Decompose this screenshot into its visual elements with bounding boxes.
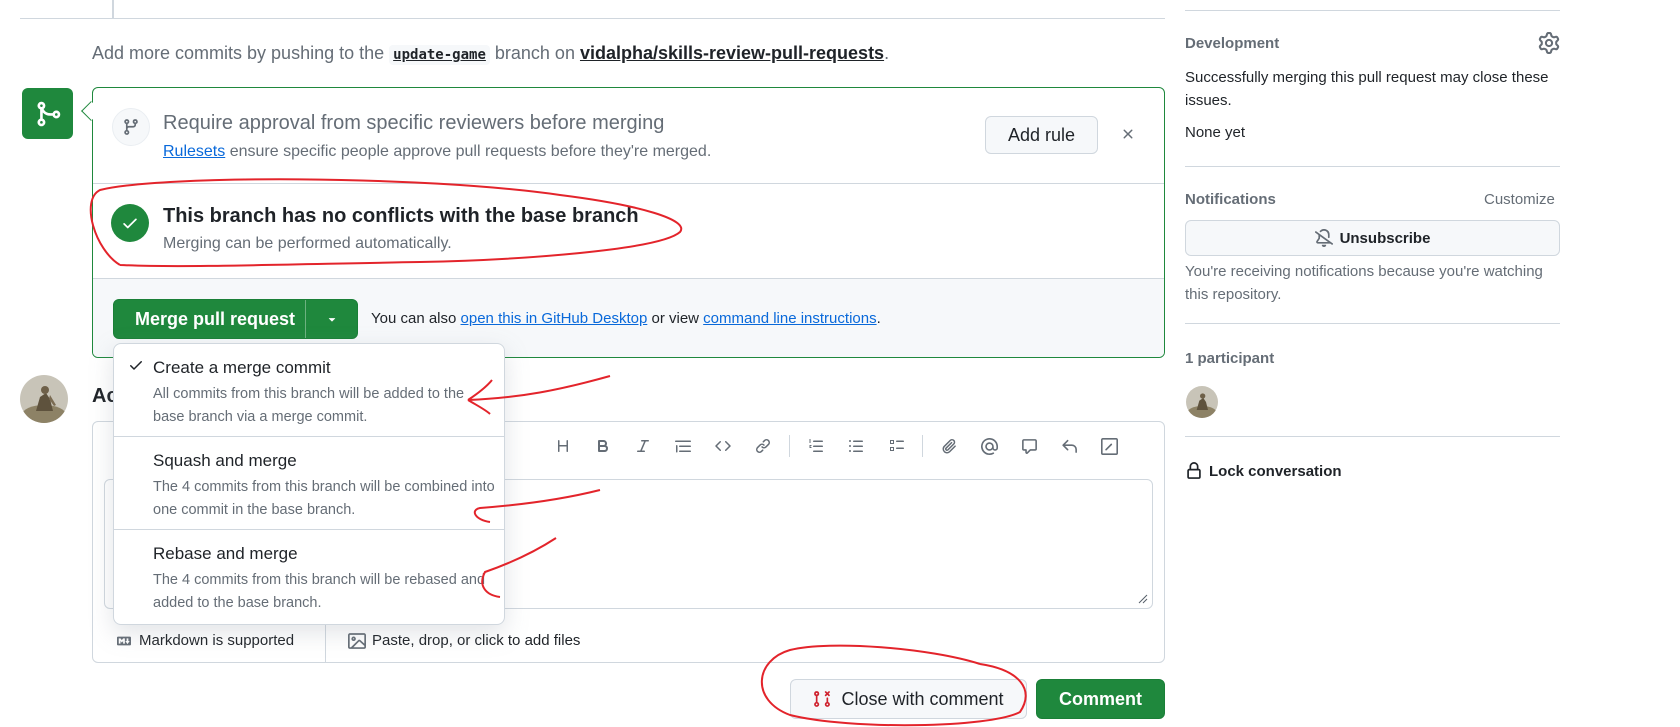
- rules-section: Require approval from specific reviewers…: [93, 88, 1164, 184]
- lock-conversation-label: Lock conversation: [1209, 462, 1342, 480]
- close-with-comment-button[interactable]: Close with comment: [790, 679, 1027, 719]
- conflicts-subtitle: Merging can be performed automatically.: [163, 235, 452, 252]
- check-icon: [130, 361, 142, 370]
- attach-files-button[interactable]: Paste, drop, or click to add files: [326, 632, 580, 650]
- image-icon: [348, 632, 366, 649]
- rule-subtitle-text: ensure specific people approve pull requ…: [229, 143, 712, 160]
- unordered-list-icon[interactable]: [836, 430, 876, 462]
- task-list-icon[interactable]: [876, 430, 916, 462]
- merge-option-title: Rebase and merge: [153, 544, 298, 563]
- lock-conversation-button[interactable]: Lock conversation: [1185, 462, 1342, 480]
- bell-slash-icon: [1314, 229, 1333, 247]
- slash-command-icon[interactable]: [1089, 430, 1129, 462]
- conflicts-section: This branch has no conflicts with the ba…: [93, 184, 1164, 279]
- code-icon[interactable]: [703, 430, 743, 462]
- merge-method-menu: Create a merge commit All commits from t…: [113, 343, 505, 625]
- cross-reference-icon[interactable]: [1009, 430, 1049, 462]
- merge-option-description: The 4 commits from this branch will be c…: [153, 479, 495, 518]
- sidebar-divider: [1185, 10, 1560, 11]
- merge-also-prefix: You can also: [371, 310, 457, 327]
- merge-or-view: or view: [651, 310, 699, 327]
- italic-icon[interactable]: [623, 430, 663, 462]
- unsubscribe-label: Unsubscribe: [1339, 229, 1431, 247]
- push-info-middle: branch on: [494, 43, 575, 63]
- participant-avatar[interactable]: [1186, 386, 1218, 418]
- repo-link[interactable]: vidalpha/skills-review-pull-requests: [580, 43, 884, 63]
- toolbar-divider: [789, 435, 790, 457]
- link-icon[interactable]: [743, 430, 783, 462]
- mention-icon[interactable]: [969, 430, 1009, 462]
- bold-icon[interactable]: [583, 430, 623, 462]
- check-icon: [111, 204, 149, 242]
- merge-period: .: [876, 310, 881, 327]
- push-info: Add more commits by pushing to the updat…: [92, 43, 890, 65]
- sidebar-divider: [1185, 166, 1560, 167]
- markdown-icon: [117, 636, 131, 645]
- resize-handle-icon[interactable]: [1138, 594, 1148, 604]
- customize-link[interactable]: Customize: [1484, 191, 1555, 208]
- quote-icon[interactable]: [663, 430, 703, 462]
- sidebar-divider: [1185, 436, 1560, 437]
- conflicts-title: This branch has no conflicts with the ba…: [163, 205, 639, 227]
- top-divider: [20, 18, 1165, 19]
- merge-option-title: Create a merge commit: [153, 358, 331, 377]
- development-none: None yet: [1185, 124, 1246, 141]
- sidebar-divider: [1185, 323, 1560, 324]
- toolbar-divider: [922, 435, 923, 457]
- markdown-label: Markdown is supported: [139, 632, 295, 649]
- comment-button[interactable]: Comment: [1036, 679, 1165, 719]
- branch-name[interactable]: update-game: [389, 45, 490, 65]
- heading-icon[interactable]: [543, 430, 583, 462]
- git-branch-icon: [112, 108, 150, 146]
- push-info-prefix: Add more commits by pushing to the: [92, 43, 385, 63]
- timeline-line: [112, 0, 114, 18]
- merge-option-squash[interactable]: Squash and merge The 4 commits from this…: [114, 437, 504, 530]
- avatar[interactable]: [20, 375, 68, 423]
- merge-option-description: All commits from this branch will be add…: [153, 386, 465, 425]
- attach-label: Paste, drop, or click to add files: [372, 632, 581, 649]
- development-heading[interactable]: Development: [1185, 35, 1279, 52]
- merge-button-label[interactable]: Merge pull request: [114, 309, 305, 330]
- git-pull-request-closed-icon: [814, 691, 831, 707]
- rule-subtitle: Rulesets ensure specific people approve …: [163, 143, 711, 161]
- ordered-list-icon[interactable]: [796, 430, 836, 462]
- merge-option-title: Squash and merge: [153, 451, 297, 470]
- reply-icon[interactable]: [1049, 430, 1089, 462]
- notifications-heading: Notifications: [1185, 191, 1276, 208]
- push-info-suffix: .: [884, 43, 890, 63]
- development-description: Successfully merging this pull request m…: [1185, 69, 1549, 109]
- x-icon[interactable]: [1116, 122, 1140, 146]
- merge-option-rebase[interactable]: Rebase and merge The 4 commits from this…: [114, 530, 504, 623]
- merge-option-create-merge-commit[interactable]: Create a merge commit All commits from t…: [114, 344, 504, 437]
- paperclip-icon[interactable]: [929, 430, 969, 462]
- command-line-link[interactable]: command line instructions: [703, 310, 876, 327]
- merge-pull-request-button[interactable]: Merge pull request: [113, 299, 358, 339]
- gear-icon[interactable]: [1538, 32, 1560, 54]
- participants-heading: 1 participant: [1185, 350, 1275, 367]
- github-desktop-link[interactable]: open this in GitHub Desktop: [461, 310, 648, 327]
- close-with-comment-label: Close with comment: [841, 688, 1004, 709]
- triangle-down-icon[interactable]: [305, 300, 357, 338]
- rulesets-link[interactable]: Rulesets: [163, 143, 225, 160]
- merge-alternatives: You can also open this in GitHub Desktop…: [371, 310, 881, 327]
- markdown-toolbar: [543, 430, 1129, 462]
- rule-title: Require approval from specific reviewers…: [163, 112, 665, 134]
- notifications-reason: You're receiving notifications because y…: [1185, 263, 1543, 303]
- lock-icon: [1187, 462, 1201, 479]
- unsubscribe-button[interactable]: Unsubscribe: [1185, 220, 1560, 256]
- merge-box: Require approval from specific reviewers…: [92, 87, 1165, 358]
- git-merge-icon: [22, 88, 73, 139]
- add-rule-button[interactable]: Add rule: [985, 116, 1098, 154]
- merge-option-description: The 4 commits from this branch will be r…: [153, 572, 486, 611]
